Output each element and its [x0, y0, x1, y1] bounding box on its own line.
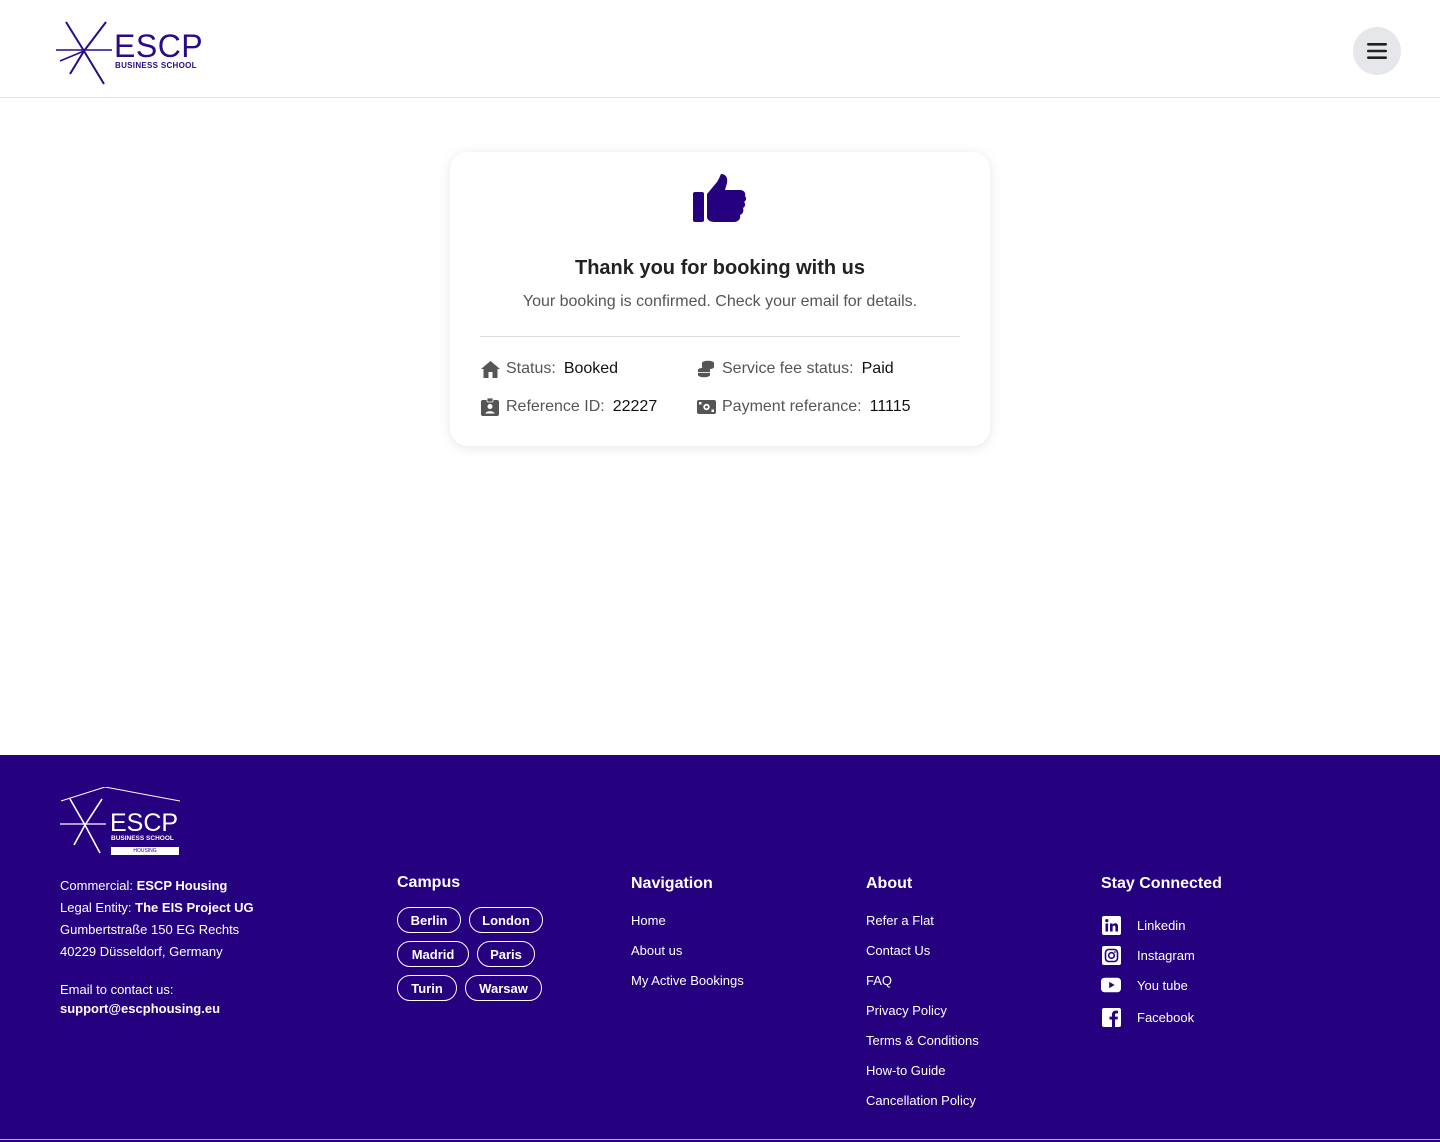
facebook-icon	[1101, 1007, 1121, 1027]
payment-reference-label: Payment referance:	[722, 398, 862, 415]
about-link-how-to-guide[interactable]: How-to Guide	[866, 1063, 945, 1078]
social-label-facebook: Facebook	[1137, 1009, 1195, 1025]
about-link-privacy-policy[interactable]: Privacy Policy	[866, 1003, 947, 1018]
about-link-cancellation-policy[interactable]: Cancellation Policy	[866, 1093, 976, 1108]
reference-label: Reference ID:	[506, 398, 605, 415]
hamburger-menu-icon	[1367, 43, 1387, 59]
confirmation-title: Thank you for booking with us	[575, 257, 865, 279]
commercial-value: ESCP Housing	[136, 878, 228, 893]
money-bill-icon	[696, 397, 716, 417]
booking-confirmation-card: Thank you for booking with us Your booki…	[450, 152, 990, 446]
legal-entity-line: Legal Entity: The EIS Project UG	[60, 900, 254, 915]
about-link-terms-conditions[interactable]: Terms & Conditions	[866, 1033, 979, 1048]
about-title: About	[866, 875, 913, 892]
email-label: Email to contact us:	[60, 982, 174, 997]
footer-logo-badge: HOUSING	[133, 848, 157, 854]
about-link-faq[interactable]: FAQ	[866, 973, 892, 988]
logo-star-icon	[56, 21, 112, 85]
card-divider	[480, 336, 960, 337]
footer-logo-subtext: BUSINESS SCHOOL	[111, 835, 174, 842]
campus-pill-berlin[interactable]: Berlin	[397, 907, 461, 933]
legal-entity-value: The EIS Project UG	[135, 900, 254, 915]
campus-pill-london[interactable]: London	[469, 907, 543, 933]
commercial-line: Commercial: ESCP Housing	[60, 878, 227, 893]
social-label-linkedin: Linkedin	[1137, 917, 1186, 933]
youtube-icon	[1101, 975, 1121, 995]
logo-wordmark: ESCP	[114, 28, 204, 64]
navigation-title: Navigation	[631, 875, 713, 892]
campus-title: Campus	[397, 874, 461, 891]
about-link-contact-us[interactable]: Contact Us	[866, 943, 930, 958]
commercial-label: Commercial:	[60, 878, 133, 893]
social-link-linkedin[interactable]: Linkedin	[1101, 915, 1185, 935]
linkedin-icon	[1101, 915, 1121, 935]
confirmation-subtitle: Your booking is confirmed. Check your em…	[522, 293, 918, 310]
social-link-instagram[interactable]: Instagram	[1101, 945, 1195, 965]
about-link-refer-a-flat[interactable]: Refer a Flat	[866, 913, 934, 928]
status-label: Status:	[506, 360, 556, 377]
footer-bottom-divider	[0, 1139, 1440, 1140]
coins-icon	[696, 359, 716, 379]
status-value: Booked	[563, 360, 619, 377]
nav-link-about-us[interactable]: About us	[631, 943, 682, 958]
legal-entity-label: Legal Entity:	[60, 900, 132, 915]
instagram-icon	[1101, 945, 1121, 965]
payment-reference-value: 11115	[869, 398, 911, 415]
address-line-2: 40229 Düsseldorf, Germany	[60, 944, 223, 959]
campus-pill-warsaw[interactable]: Warsaw	[465, 975, 542, 1001]
menu-button[interactable]	[1353, 27, 1401, 75]
service-fee-label: Service fee status:	[722, 360, 854, 377]
address-line-1: Gumbertstraße 150 EG Rechts	[60, 922, 240, 937]
footer-logo[interactable]: ESCP BUSINESS SCHOOL HOUSING	[60, 787, 180, 857]
id-badge-icon	[480, 397, 500, 417]
escp-logo[interactable]: ESCP BUSINESS SCHOOL	[54, 16, 204, 86]
nav-link-my-active-bookings[interactable]: My Active Bookings	[631, 973, 744, 988]
campus-pill-turin[interactable]: Turin	[397, 975, 457, 1001]
logo-subtext: BUSINESS SCHOOL	[115, 61, 197, 70]
nav-link-home[interactable]: Home	[631, 913, 666, 928]
social-label-youtube: You tube	[1137, 977, 1188, 993]
reference-value: 22227	[612, 398, 658, 415]
social-link-facebook[interactable]: Facebook	[1101, 1007, 1194, 1027]
site-header: ESCP BUSINESS SCHOOL	[0, 0, 1440, 98]
footer-logo-wordmark: ESCP	[110, 809, 179, 837]
status-row: Status: Booked	[480, 359, 618, 379]
service-fee-row: Service fee status: Paid	[696, 359, 894, 379]
social-link-youtube[interactable]: You tube	[1101, 975, 1188, 995]
thumbs-up-icon	[693, 174, 747, 222]
site-footer: ESCP BUSINESS SCHOOL HOUSING Commercial:…	[0, 755, 1440, 1142]
home-icon	[480, 359, 500, 379]
campus-pill-paris[interactable]: Paris	[477, 941, 535, 967]
social-label-instagram: Instagram	[1137, 947, 1195, 963]
stay-connected-title: Stay Connected	[1101, 875, 1222, 892]
reference-row: Reference ID: 22227	[480, 397, 657, 417]
service-fee-value: Paid	[861, 360, 894, 377]
payment-reference-row: Payment referance: 11115	[696, 397, 911, 417]
support-email-link[interactable]: support@escphousing.eu	[60, 1001, 220, 1016]
campus-pill-madrid[interactable]: Madrid	[397, 941, 469, 967]
